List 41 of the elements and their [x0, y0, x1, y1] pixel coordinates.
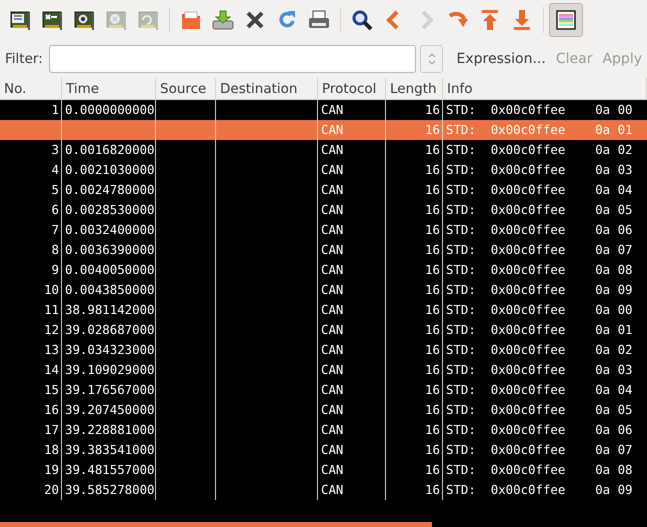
table-cell-text: STD: 0x00c0ffee 0a 01 — [445, 321, 634, 339]
table-cell-text: STD: 0x00c0ffee 0a 06 — [445, 221, 634, 239]
filter-action-button[interactable]: Expression... — [451, 48, 551, 70]
table-cell-text: STD: 0x00c0ffee 0a 07 — [445, 441, 634, 459]
up-down-arrows-icon — [428, 52, 436, 66]
column-header[interactable]: Time — [62, 78, 156, 100]
table-cell-text: STD: 0x00c0ffee 0a 03 — [445, 361, 634, 379]
table-cell-text: STD: 0x00c0ffee 0a 05 — [445, 401, 634, 419]
filter-history-button[interactable] — [420, 45, 444, 73]
column-header[interactable]: Protocol — [318, 78, 386, 100]
column-header[interactable]: Source — [156, 78, 216, 100]
scrollbar[interactable] — [0, 522, 432, 527]
table-cell-text: STD: 0x00c0ffee 0a 04 — [445, 181, 634, 199]
filter-field[interactable] — [48, 45, 416, 73]
table-cell-text: STD: 0x00c0ffee 0a 09 — [445, 281, 634, 299]
table-cell-text: STD: 0x00c0ffee 0a 02 — [445, 341, 634, 359]
table-cell-text: STD: 0x00c0ffee 0a 00 — [445, 101, 634, 119]
table-cell-text: STD: 0x00c0ffee 0a 08 — [445, 461, 634, 479]
column-header[interactable]: No. — [0, 78, 62, 100]
column-header[interactable]: Length — [386, 78, 443, 100]
table-cell-text: STD: 0x00c0ffee 0a 00 — [445, 301, 634, 319]
filter-label: Filter: — [5, 50, 43, 69]
table-cell-text: STD: 0x00c0ffee 0a 02 — [445, 141, 634, 159]
table-cell-text: STD: 0x00c0ffee 0a 01 — [445, 121, 634, 139]
table-cell: 20 — [0, 480, 62, 500]
table-cell: 39.585278000 — [62, 480, 156, 500]
column-header[interactable]: Destination — [216, 78, 318, 100]
colored-lines-icon — [554, 8, 578, 32]
download-drive-icon — [211, 8, 235, 32]
colored-lines-button[interactable] — [549, 3, 583, 37]
table-cell-text: STD: 0x00c0ffee 0a 08 — [445, 261, 634, 279]
search-icon — [350, 8, 374, 32]
table-cell: CAN — [318, 480, 386, 500]
table-cell-text: STD: 0x00c0ffee 0a 07 — [445, 241, 634, 259]
table-cell-text: STD: 0x00c0ffee 0a 09 — [445, 481, 634, 499]
table-cell-text: STD: 0x00c0ffee 0a 06 — [445, 421, 634, 439]
table-cell-text: STD: 0x00c0ffee 0a 03 — [445, 161, 634, 179]
table-cell-text: STD: 0x00c0ffee 0a 04 — [445, 381, 634, 399]
column-header[interactable]: Info — [443, 78, 647, 100]
table-cell-text: STD: 0x00c0ffee 0a 05 — [445, 201, 634, 219]
table-cell: 16 — [386, 480, 443, 500]
